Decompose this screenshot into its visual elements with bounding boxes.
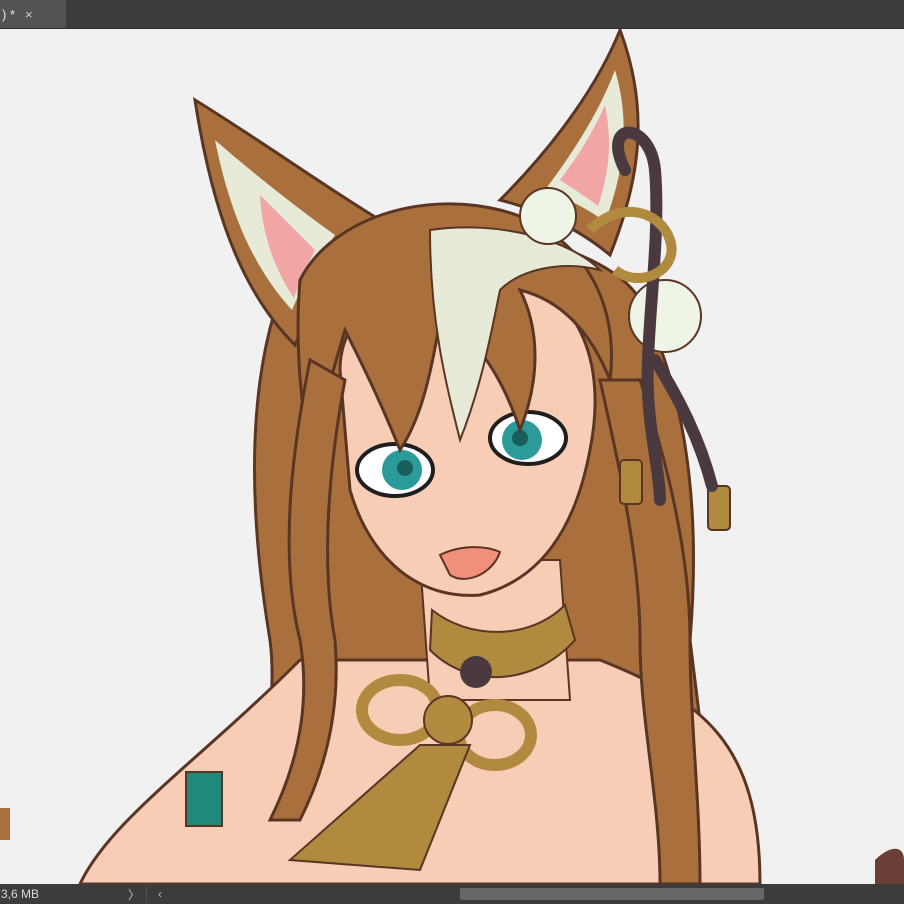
document-tab[interactable]: ) * ×	[0, 0, 66, 28]
horizontal-scrollbar[interactable]	[172, 887, 904, 901]
divider	[146, 886, 147, 902]
status-bar: 3,6 MB 〉 ‹	[0, 884, 904, 904]
chevron-right-icon[interactable]: 〉	[126, 884, 142, 904]
scrollbar-thumb[interactable]	[460, 888, 764, 900]
pompom-top	[519, 187, 577, 245]
artwork	[0, 29, 904, 884]
close-icon[interactable]: ×	[25, 7, 33, 22]
document-tab-bar: ) * ×	[0, 0, 904, 29]
teal-bow	[185, 771, 223, 827]
document-tab-title: ) *	[2, 6, 15, 22]
document-size: 3,6 MB	[1, 887, 40, 901]
canvas-area[interactable]	[0, 29, 904, 884]
pompom-bottom	[628, 279, 702, 353]
scroll-left-icon[interactable]: ‹	[152, 884, 168, 904]
